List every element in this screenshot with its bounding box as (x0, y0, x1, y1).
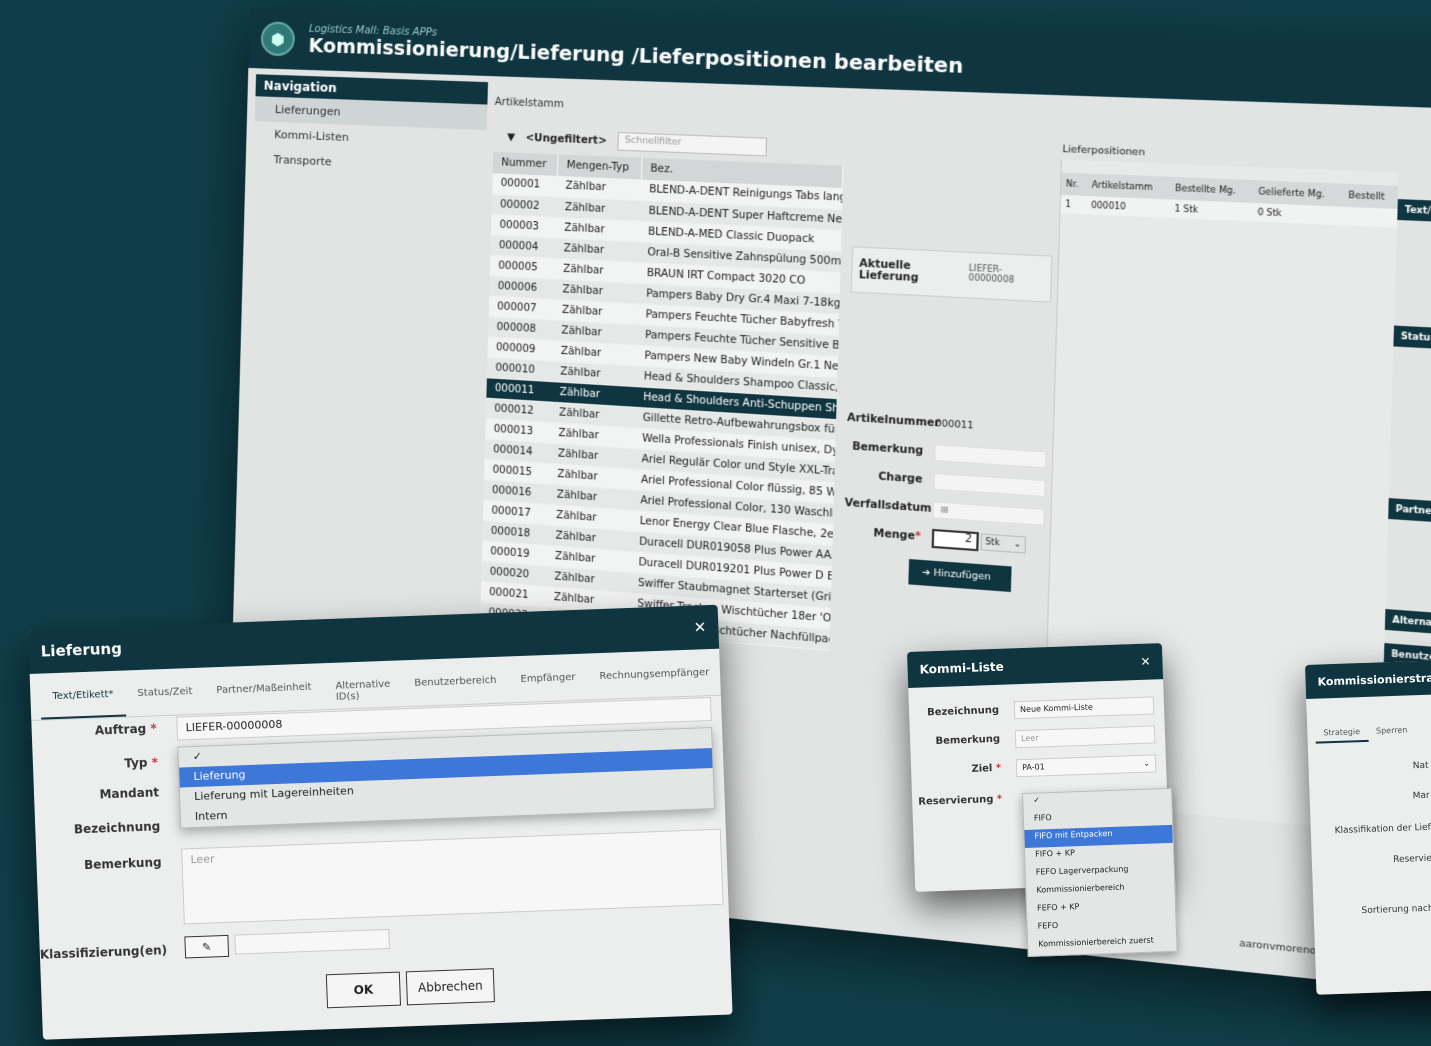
artikelnummer-label: Artikelnummer (846, 412, 941, 430)
section-header[interactable]: Alternative ID(s) (1384, 608, 1431, 643)
lieferung-dialog: Lieferung ✕ Text/Etikett* Status/Zeit Part… (28, 604, 733, 1040)
klassifizierung-label: Klassifizierung(en) (39, 943, 168, 962)
verfallsdatum-label: Verfallsdatum (844, 497, 932, 516)
mandant-label: Mandant (99, 785, 160, 802)
detail-label: Volumen (1386, 580, 1431, 608)
typ-dropdown[interactable]: ✓ Lieferung Lieferung mit Lagereinheiten… (177, 727, 716, 829)
dialog-tab[interactable]: Text/Etikett* (40, 682, 127, 720)
dialog-tab[interactable]: Benutzerbereich (402, 668, 509, 706)
bezeichnung-label: Bezeichnung (73, 819, 161, 837)
dialog-tab[interactable]: Empfänger (508, 666, 588, 703)
column-header[interactable]: Bestellt (1343, 183, 1399, 209)
add-button[interactable]: ➔ Hinzufügen (908, 559, 1012, 593)
article-table: Nummer Mengen-Typ Bez. 000001 Zählbar BLEND-… (480, 151, 843, 651)
bezeichnung-input[interactable]: Neue Kommi-Liste (1013, 696, 1155, 720)
reservierung-label: Reservierung (918, 794, 994, 808)
stage: ⬢ Logistics Mall: Basis APPs Kommissioni… (0, 0, 1431, 1046)
kommissionierstrategie-dialog: Kommissionierstrategie Strategie Sperren… (1305, 658, 1431, 995)
close-icon[interactable]: ✕ (1140, 655, 1151, 669)
table-cell: 000001 (492, 173, 558, 197)
dialog-tab[interactable]: Rechnungsempfänger (587, 661, 722, 700)
quickfilter-input[interactable]: Schnellfilter (617, 131, 767, 157)
detail-label: Klassifizierung(en) (1394, 297, 1431, 321)
detail-label: Voraussichtlicher Liefe (1389, 470, 1431, 496)
dialog-title: Kommi-Liste (919, 659, 1005, 677)
filter-bar: ▼ <Ungefiltert> Schnellfilter (507, 128, 767, 157)
bemerkung-label: Bemerkung (83, 855, 162, 873)
bemerkung-input[interactable]: Leer (1014, 725, 1156, 749)
artikelstamm-label: Artikelstamm (494, 96, 565, 111)
tab-strategie[interactable]: Strategie (1315, 722, 1369, 744)
chevron-down-icon: ⌄ (1013, 538, 1022, 549)
dialog-tab[interactable]: Partner/Maßeinheit (204, 675, 324, 713)
dialog-title: Kommissionierstrategie (1317, 669, 1431, 689)
table-cell: 000010 (1086, 195, 1171, 218)
filter-label[interactable]: <Ungefiltert> (525, 132, 607, 146)
dialog-tab[interactable]: Alternative ID(s) (323, 672, 403, 709)
menge-label: Menge (873, 527, 916, 543)
table-cell: 1 (1060, 194, 1087, 215)
verfallsdatum-input[interactable]: ▦ (932, 500, 1045, 526)
navigation: Navigation Lieferungen Kommi-Listen Tran… (253, 74, 489, 181)
close-icon[interactable]: ✕ (693, 618, 706, 636)
lieferpositionen-table: Nr. Artikelstamm Bestellte Mg. Gelieferte M… (1060, 172, 1399, 228)
tab-sperren[interactable]: Sperren (1368, 721, 1416, 742)
bezeichnung-label: Bezeichnung (926, 704, 1000, 719)
unit-select[interactable]: Stk ⌄ (980, 532, 1027, 554)
reservierung-dropdown[interactable]: ✓ FIFO FIFO mit Entpacken FIFO + KP FEFO La… (1021, 787, 1178, 957)
table-cell (1342, 206, 1398, 228)
chevron-down-icon: ⌄ (1143, 758, 1151, 768)
dialog-title: Lieferung (40, 639, 123, 661)
current-delivery-panel: Aktuelle Lieferung LIEFER-00000008 (850, 246, 1053, 303)
bemerkung-input[interactable] (934, 443, 1047, 468)
current-delivery-label: Aktuelle Lieferung (858, 258, 919, 285)
klassifizierung-field (234, 928, 390, 955)
column-header[interactable]: Nummer (492, 151, 559, 176)
charge-label: Charge (878, 471, 923, 486)
table-cell: 000002 (491, 193, 557, 217)
lieferpositionen-title: Lieferpositionen (1062, 144, 1146, 159)
arrow-right-icon: ➔ (921, 567, 934, 579)
auftrag-label: Auftrag (94, 721, 147, 738)
edit-icon[interactable]: ✎ (184, 934, 230, 959)
filter-icon[interactable]: ▼ (507, 131, 515, 143)
current-delivery-value: LIEFER-00000008 (968, 263, 1015, 285)
ziel-label: Ziel (971, 763, 993, 775)
column-header[interactable]: Nr. (1061, 172, 1088, 196)
menge-input[interactable]: 2 (931, 528, 979, 551)
app-logo-icon: ⬢ (260, 21, 296, 57)
ziel-select[interactable]: PA-01 ⌄ (1015, 754, 1157, 778)
typ-label: Typ (124, 755, 148, 771)
cancel-button[interactable]: Abbrechen (405, 968, 495, 1006)
charge-input[interactable] (933, 472, 1046, 497)
reservierung-option[interactable]: Kommissionierbereich zuerst (1028, 933, 1177, 956)
dialog-tab[interactable]: Status/Zeit (125, 680, 205, 717)
kommi-liste-dialog: Kommi-Liste ✕ Bezeichnung Neue Kommi-Lis… (907, 643, 1178, 957)
bemerkung-label: Bemerkung (851, 441, 924, 458)
bemerkung-textarea[interactable]: Leer (181, 828, 724, 925)
bemerkung-label: Bemerkung (935, 733, 1001, 748)
position-form: Artikelnummer 000011 Bemerkung Charge Ver… (842, 404, 1070, 596)
table-cell: 1 Stk (1169, 199, 1254, 222)
artikelnummer-value: 000011 (935, 418, 974, 432)
table-cell: 0 Stk (1252, 202, 1344, 226)
calendar-icon[interactable]: ▦ (934, 503, 949, 513)
ok-button[interactable]: OK (325, 971, 402, 1009)
